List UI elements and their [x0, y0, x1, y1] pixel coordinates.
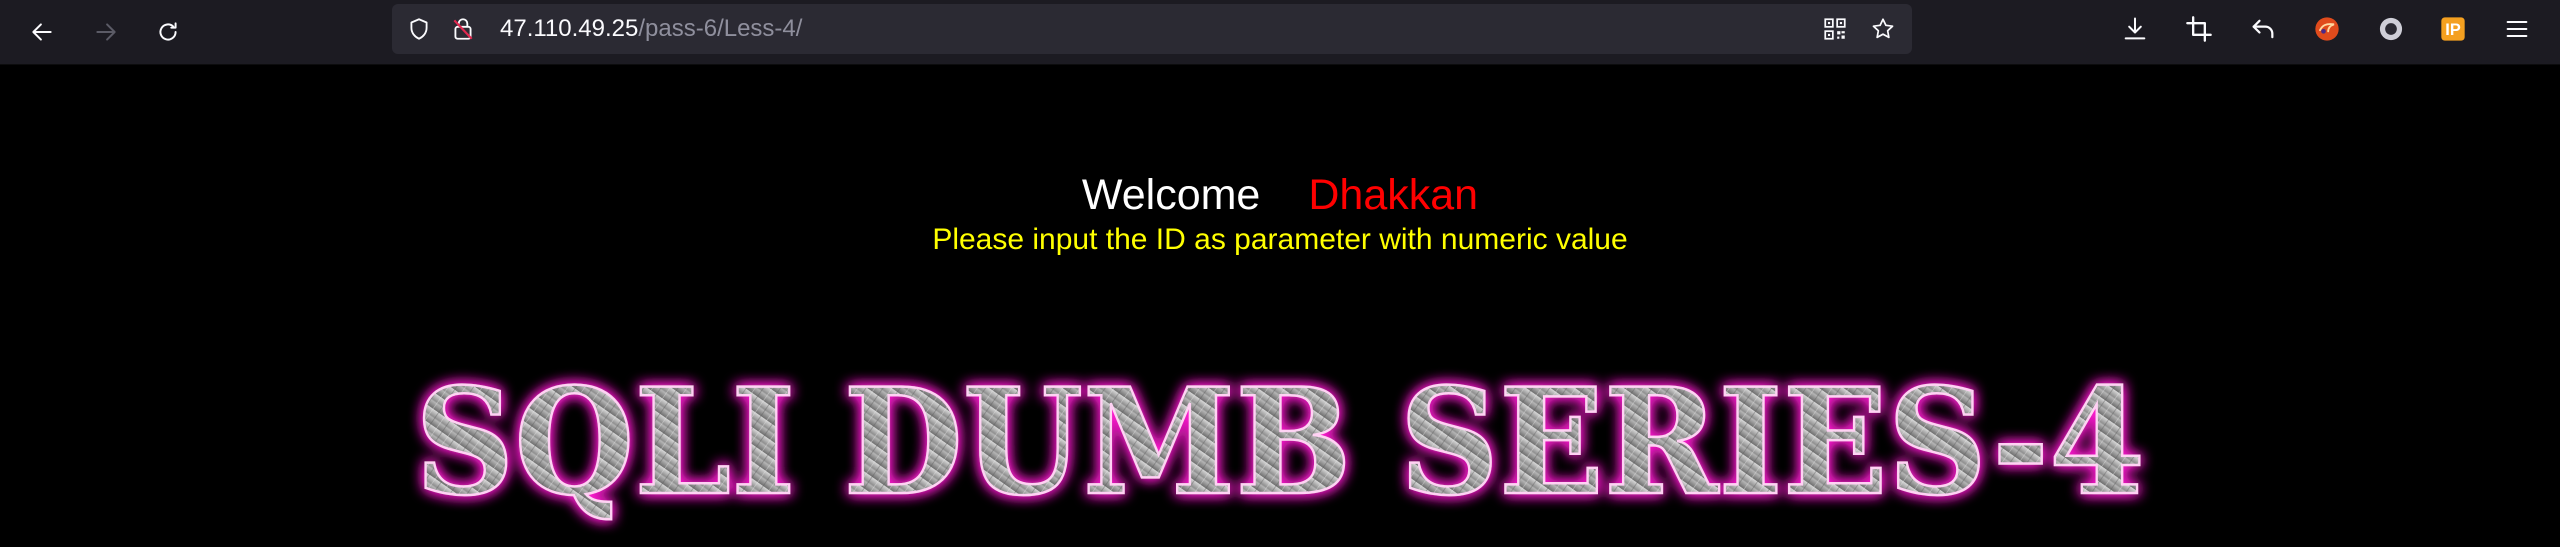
undo-button[interactable]: [2246, 12, 2280, 46]
menu-button[interactable]: [2500, 12, 2534, 46]
ip-extension-button[interactable]: IP: [2436, 12, 2470, 46]
hamburger-menu-icon: [2506, 20, 2528, 38]
url-host: 47.110.49.25: [500, 15, 639, 42]
reload-icon: [159, 22, 177, 41]
circle-extension-icon: [2379, 17, 2403, 41]
star-icon[interactable]: [1870, 16, 1896, 42]
instruction-text: Please input the ID as parameter with nu…: [932, 223, 1628, 256]
back-button[interactable]: [24, 14, 60, 50]
welcome-heading: Welcome Dhakkan: [0, 170, 2560, 220]
ip-badge-text: IP: [2445, 21, 2461, 39]
qr-code-icon[interactable]: [1822, 16, 1848, 42]
reload-button[interactable]: [150, 14, 186, 50]
hackbar-extension-icon: [2315, 17, 2339, 41]
url-text[interactable]: 47.110.49.25/pass-6/Less-4/: [500, 15, 802, 43]
ip-extension-icon: IP: [2441, 17, 2465, 41]
user-name-text: Dhakkan: [1308, 171, 1479, 219]
banner-text: SQLI DUMB SERIES-4: [415, 365, 2145, 528]
welcome-text: Welcome: [1081, 171, 1261, 219]
download-button[interactable]: [2118, 12, 2152, 46]
address-bar[interactable]: 47.110.49.25/pass-6/Less-4/: [392, 4, 1912, 54]
undo-icon: [2252, 19, 2274, 39]
browser-toolbar: 47.110.49.25/pass-6/Less-4/ IP: [0, 0, 2560, 65]
hackbar-extension-button[interactable]: [2310, 12, 2344, 46]
arrow-right-icon: [96, 23, 116, 41]
sqli-dumb-series-banner: SQLI DUMB SERIES-4: [414, 365, 2147, 529]
shield-icon[interactable]: [406, 16, 432, 42]
url-path: /pass-6/Less-4/: [638, 15, 803, 42]
download-icon: [2124, 17, 2146, 40]
circle-extension-button[interactable]: [2374, 12, 2408, 46]
crop-icon: [2186, 16, 2212, 42]
arrow-left-icon: [32, 23, 52, 41]
forward-button[interactable]: [88, 14, 124, 50]
page-content: Welcome Dhakkan Please input the ID as pa…: [0, 65, 2560, 547]
insecure-lock-icon[interactable]: [450, 16, 476, 42]
screenshot-button[interactable]: [2182, 12, 2216, 46]
